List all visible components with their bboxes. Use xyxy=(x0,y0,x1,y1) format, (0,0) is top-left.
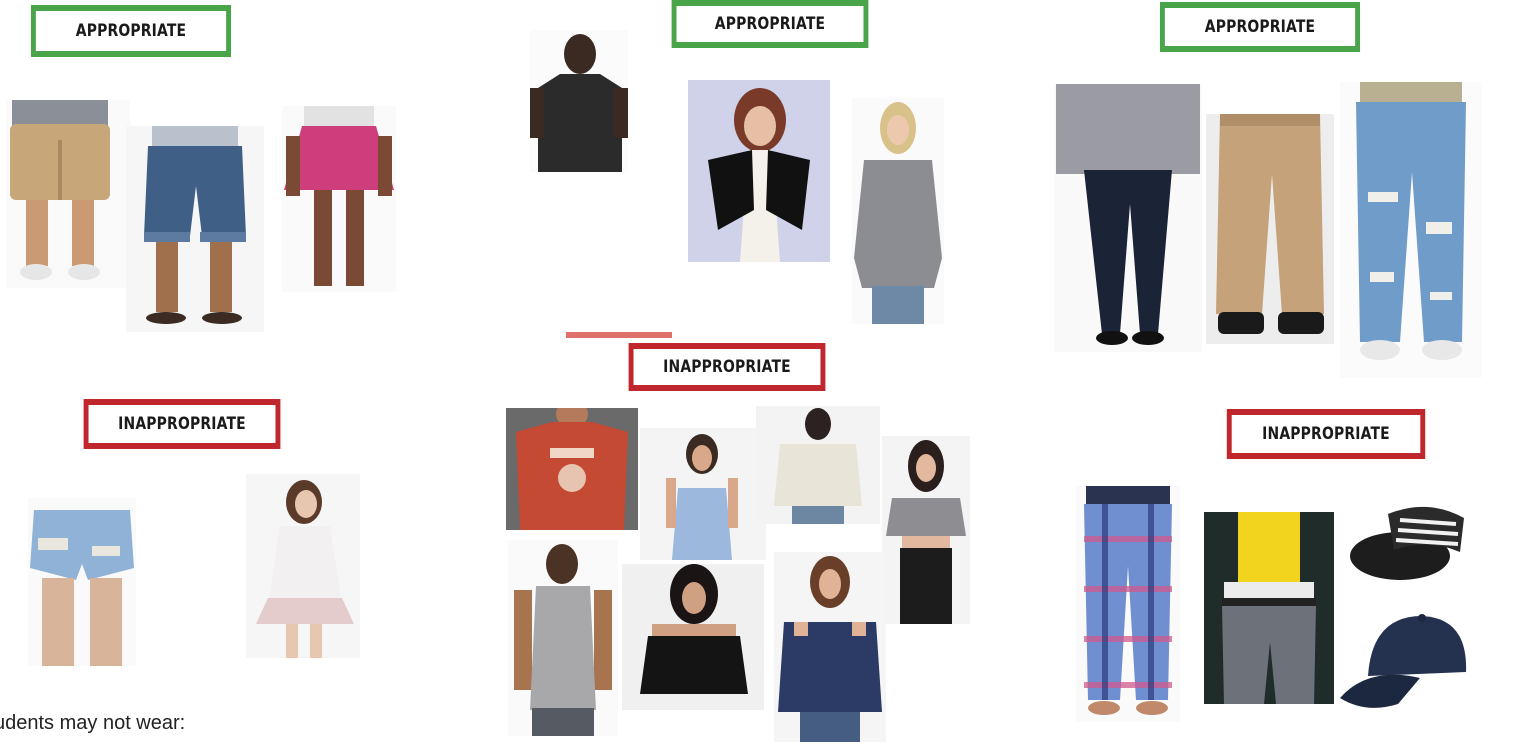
slide-sandals-photo xyxy=(1348,494,1468,594)
white-mini-dress-photo xyxy=(246,474,360,658)
ripped-jeans-photo xyxy=(1340,82,1482,378)
khaki-shorts-photo xyxy=(6,100,130,288)
black-shrug-photo xyxy=(688,80,830,262)
crop-top-photo xyxy=(882,436,970,624)
appropriate-label-center: APPROPRIATE xyxy=(671,0,869,48)
cold-shoulder-top-photo xyxy=(774,552,886,742)
graphic-tshirt-photo xyxy=(506,408,638,530)
pajama-pants-photo xyxy=(1076,486,1180,722)
sheer-top-photo xyxy=(756,406,880,524)
sagging-pants-photo xyxy=(1204,512,1334,704)
denim-bermuda-shorts-photo xyxy=(126,126,264,332)
black-tshirt-photo xyxy=(530,30,628,172)
off-shoulder-top-photo xyxy=(622,564,764,710)
tank-top-photo xyxy=(508,540,618,736)
leggings-photo xyxy=(1054,84,1202,352)
inappropriate-label-center: INAPPROPRIATE xyxy=(628,343,826,391)
denim-cutoff-shorts-photo xyxy=(28,498,136,666)
red-fragment xyxy=(566,332,672,338)
inappropriate-label-right: INAPPROPRIATE xyxy=(1226,409,1426,459)
inappropriate-label-left: INAPPROPRIATE xyxy=(83,399,281,449)
khaki-pants-photo xyxy=(1206,114,1334,344)
appropriate-label-left: APPROPRIATE xyxy=(30,5,232,57)
pink-skirt-photo xyxy=(282,106,396,292)
grey-top-photo xyxy=(852,98,944,324)
baseball-cap-photo xyxy=(1338,606,1472,716)
appropriate-label-right: APPROPRIATE xyxy=(1159,2,1361,52)
halter-top-photo xyxy=(640,428,766,560)
students-may-not-wear-caption: udents may not wear: xyxy=(0,712,186,734)
